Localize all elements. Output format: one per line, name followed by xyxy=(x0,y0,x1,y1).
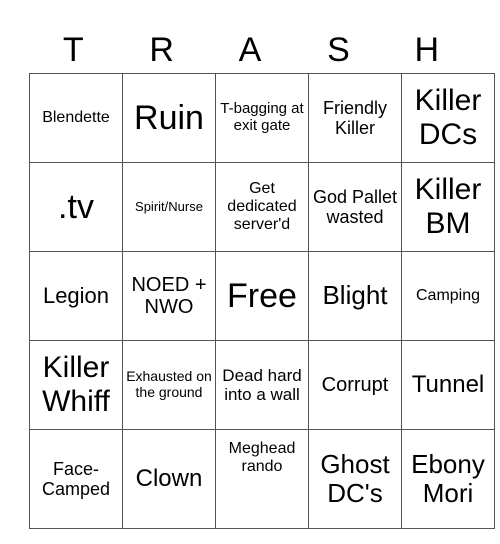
bingo-row: Face-Camped Clown Meghead rando Ghost DC… xyxy=(29,429,495,529)
bingo-cell[interactable]: Camping xyxy=(401,251,495,341)
bingo-cell[interactable]: Get dedicated server'd xyxy=(215,162,309,252)
header-letter: R xyxy=(149,31,174,69)
bingo-row: .tv Spirit/Nurse Get dedicated server'd … xyxy=(29,162,495,252)
bingo-cell[interactable]: Exhausted on the ground xyxy=(122,340,216,430)
header-letter: H xyxy=(414,31,440,69)
bingo-card: Blendette Ruin T-bagging at exit gate Fr… xyxy=(29,73,495,529)
bingo-cell[interactable]: Clown xyxy=(122,429,216,529)
bingo-cell[interactable]: Face-Camped xyxy=(29,429,123,529)
bingo-cell[interactable]: Blight xyxy=(308,251,402,341)
bingo-cell[interactable]: Ghost DC's xyxy=(308,429,402,529)
bingo-cell[interactable]: NOED + NWO xyxy=(122,251,216,341)
bingo-cell[interactable]: Killer Whiff xyxy=(29,340,123,430)
bingo-cell[interactable]: Ruin xyxy=(122,73,216,163)
bingo-cell[interactable]: Ebony Mori xyxy=(401,429,495,529)
bingo-row: Legion NOED + NWO Free Blight Camping xyxy=(29,251,495,341)
bingo-header: T R A S H xyxy=(29,28,471,72)
bingo-cell[interactable]: Legion xyxy=(29,251,123,341)
header-letter: S xyxy=(327,31,350,69)
bingo-cell[interactable]: Blendette xyxy=(29,73,123,163)
bingo-cell[interactable]: God Pallet wasted xyxy=(308,162,402,252)
bingo-cell[interactable]: Spirit/Nurse xyxy=(122,162,216,252)
bingo-cell[interactable]: Killer BM xyxy=(401,162,495,252)
bingo-cell[interactable]: T-bagging at exit gate xyxy=(215,73,309,163)
header-letter: A xyxy=(238,31,262,69)
bingo-row: Killer Whiff Exhausted on the ground Dea… xyxy=(29,340,495,430)
header-letter: T xyxy=(62,31,84,69)
bingo-cell[interactable]: Killer DCs xyxy=(401,73,495,163)
bingo-cell[interactable]: Dead hard into a wall xyxy=(215,340,309,430)
bingo-row: Blendette Ruin T-bagging at exit gate Fr… xyxy=(29,73,495,163)
bingo-cell[interactable]: Corrupt xyxy=(308,340,402,430)
bingo-cell[interactable]: Meghead rando xyxy=(215,429,309,529)
bingo-cell[interactable]: .tv xyxy=(29,162,123,252)
bingo-cell[interactable]: Friendly Killer xyxy=(308,73,402,163)
bingo-cell[interactable]: Tunnel xyxy=(401,340,495,430)
free-space-cell[interactable]: Free xyxy=(215,251,309,341)
